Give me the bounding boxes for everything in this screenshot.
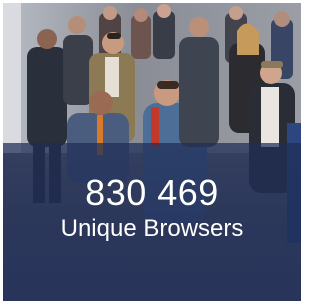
stat-label: Unique Browsers xyxy=(60,215,244,242)
stat-value: 830 469 xyxy=(85,172,219,213)
stat-tile: 830 469 Unique Browsers xyxy=(3,3,301,301)
